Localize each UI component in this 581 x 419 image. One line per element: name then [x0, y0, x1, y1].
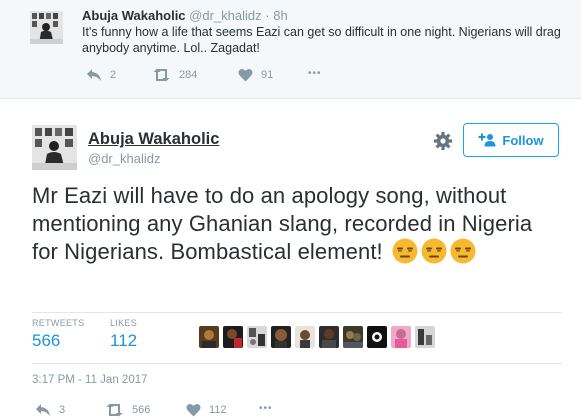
- retweet-count: 566: [132, 404, 151, 416]
- divider: [32, 312, 562, 313]
- heart-icon: [186, 403, 201, 417]
- likes-stat[interactable]: LIKES 112: [110, 318, 137, 351]
- expressionless-face-icon: [392, 238, 418, 264]
- likes-label: LIKES: [110, 318, 138, 328]
- more-label: •••: [259, 403, 273, 414]
- more-button[interactable]: •••: [308, 68, 322, 79]
- retweet-button[interactable]: 284: [152, 68, 197, 82]
- reply-count: 3: [59, 404, 66, 416]
- reply-icon: [36, 404, 50, 416]
- retweet-count: 284: [179, 69, 198, 81]
- author-handle[interactable]: @dr_khalidz: [88, 151, 160, 166]
- liker-avatar[interactable]: [295, 326, 315, 348]
- follow-label: Follow: [502, 132, 544, 148]
- tweet-timestamp[interactable]: 3:17 PM - 11 Jan 2017: [32, 374, 148, 386]
- retweets-stat[interactable]: RETWEETS 566: [32, 318, 84, 351]
- liker-avatar[interactable]: [247, 326, 267, 348]
- reply-icon: [87, 69, 101, 81]
- reply-button[interactable]: 2: [86, 68, 116, 82]
- like-button[interactable]: 112: [186, 403, 227, 417]
- add-user-icon: [478, 133, 496, 147]
- like-count: 112: [209, 404, 227, 416]
- liker-avatar[interactable]: [199, 326, 219, 348]
- more-label: •••: [308, 68, 322, 79]
- avatar[interactable]: [32, 125, 77, 170]
- liker-avatar[interactable]: [271, 326, 291, 348]
- tweet-text: It's funny how a life that seems Eazi ca…: [82, 25, 561, 55]
- tweet-time[interactable]: 8h: [273, 8, 287, 23]
- more-button[interactable]: •••: [259, 403, 273, 414]
- author-handle[interactable]: @dr_khalidz: [189, 8, 261, 23]
- liker-avatar[interactable]: [391, 326, 411, 348]
- liker-avatar[interactable]: [343, 326, 363, 348]
- author-name[interactable]: Abuja Wakaholic: [88, 130, 219, 149]
- expressionless-face-icon: [450, 238, 476, 264]
- liker-avatar[interactable]: [367, 326, 387, 348]
- expressionless-face-icon: [421, 238, 447, 264]
- retweets-count: 566: [32, 331, 61, 350]
- liker-avatar[interactable]: [319, 326, 339, 348]
- retweet-icon: [153, 68, 170, 82]
- liker-avatar[interactable]: [223, 326, 243, 348]
- follow-button[interactable]: Follow: [463, 123, 559, 157]
- liker-avatar[interactable]: [415, 326, 435, 348]
- reply-button[interactable]: 3: [35, 403, 65, 417]
- avatar[interactable]: [30, 11, 63, 44]
- retweet-button[interactable]: 566: [105, 403, 150, 417]
- retweet-icon: [106, 403, 123, 417]
- tweet-body: Mr Eazi will have to do an apology song,…: [32, 182, 562, 266]
- previous-tweet[interactable]: Abuja Wakaholic @dr_khalidz · 8h It's fu…: [0, 0, 581, 99]
- like-button[interactable]: 91: [238, 68, 273, 82]
- separator: ·: [265, 8, 270, 23]
- divider: [32, 363, 562, 364]
- likes-count: 112: [110, 331, 138, 350]
- emoji-group: [389, 238, 476, 264]
- like-count: 91: [261, 69, 274, 81]
- author-name[interactable]: Abuja Wakaholic: [82, 8, 186, 23]
- retweets-label: RETWEETS: [32, 318, 85, 328]
- gear-icon[interactable]: [433, 131, 453, 151]
- reply-count: 2: [110, 69, 117, 81]
- heart-icon: [238, 68, 253, 82]
